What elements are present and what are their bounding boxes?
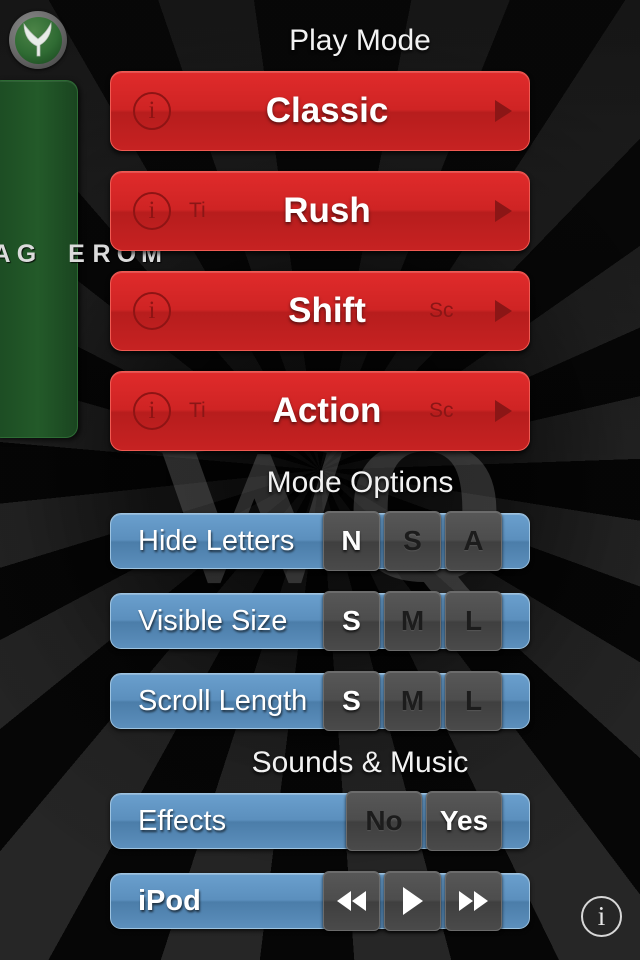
segmented-control-scroll-length: S M L	[323, 671, 502, 731]
mode-tag-right: Sc	[429, 299, 454, 322]
chevron-right-icon	[477, 100, 529, 122]
segment-option-yes[interactable]: Yes	[426, 791, 502, 851]
leaf-logo-inner	[14, 16, 62, 64]
segment-option-l[interactable]: L	[445, 591, 502, 651]
option-row-visible-size: Visible Size S M L	[110, 591, 530, 651]
option-row-ipod: iPod	[110, 871, 530, 931]
mode-name-label: Rush	[283, 191, 371, 230]
play-icon[interactable]	[384, 871, 441, 931]
segment-option-s[interactable]: S	[323, 591, 380, 651]
option-row-effects: Effects No Yes	[110, 791, 530, 851]
info-icon[interactable]: i	[133, 292, 171, 330]
option-label: Effects	[138, 804, 227, 837]
mode-options-title: Mode Options	[266, 466, 454, 499]
mode-tag-left: Ti	[189, 399, 206, 422]
mode-tag-right: Sc	[429, 399, 454, 422]
mode-name-label: Action	[272, 391, 382, 430]
segment-option-m[interactable]: M	[384, 591, 441, 651]
option-row-hide-letters: Hide Letters N S A	[110, 511, 530, 571]
info-icon[interactable]: i	[133, 192, 171, 230]
segment-option-m[interactable]: M	[384, 671, 441, 731]
rewind-icon[interactable]	[323, 871, 380, 931]
segment-option-a[interactable]: A	[445, 511, 502, 571]
info-icon[interactable]: i	[133, 392, 171, 430]
mode-name-label: Shift	[288, 291, 366, 330]
option-label: Visible Size	[138, 604, 288, 637]
chevron-right-icon	[477, 400, 529, 422]
leaf-glyph-icon	[23, 22, 52, 57]
option-label: Hide Letters	[138, 524, 295, 557]
mode-button-shift[interactable]: i Shift Sc	[110, 271, 530, 351]
chevron-right-icon	[477, 200, 529, 222]
app-screen: WQ M O R E G A M E S Play Mode i Classic…	[0, 0, 640, 960]
info-icon[interactable]: i	[133, 92, 171, 130]
segment-option-no[interactable]: No	[346, 791, 422, 851]
fast-forward-icon[interactable]	[445, 871, 502, 931]
segmented-control-hide-letters: N S A	[323, 511, 502, 571]
mode-button-classic[interactable]: i Classic	[110, 71, 530, 151]
chevron-right-icon	[477, 300, 529, 322]
segmented-control-effects: No Yes	[346, 791, 502, 851]
segment-option-n[interactable]: N	[323, 511, 380, 571]
segment-option-l[interactable]: L	[445, 671, 502, 731]
option-label: iPod	[138, 884, 201, 917]
about-info-button[interactable]: i	[581, 896, 622, 937]
option-row-scroll-length: Scroll Length S M L	[110, 671, 530, 731]
segment-option-s[interactable]: S	[384, 511, 441, 571]
segmented-control-visible-size: S M L	[323, 591, 502, 651]
mode-button-action[interactable]: i Ti Action Sc	[110, 371, 530, 451]
option-label: Scroll Length	[138, 684, 308, 717]
more-games-button[interactable]: M O R E G A M E S	[0, 80, 166, 438]
sounds-music-title: Sounds & Music	[251, 746, 469, 779]
mode-button-rush[interactable]: i Ti Rush	[110, 171, 530, 251]
leaf-logo-icon[interactable]	[9, 11, 67, 69]
segment-option-s[interactable]: S	[323, 671, 380, 731]
play-mode-title: Play Mode	[289, 24, 431, 57]
mode-name-label: Classic	[265, 91, 389, 130]
mode-tag-left: Ti	[189, 199, 206, 222]
ipod-transport-controls	[323, 871, 502, 931]
